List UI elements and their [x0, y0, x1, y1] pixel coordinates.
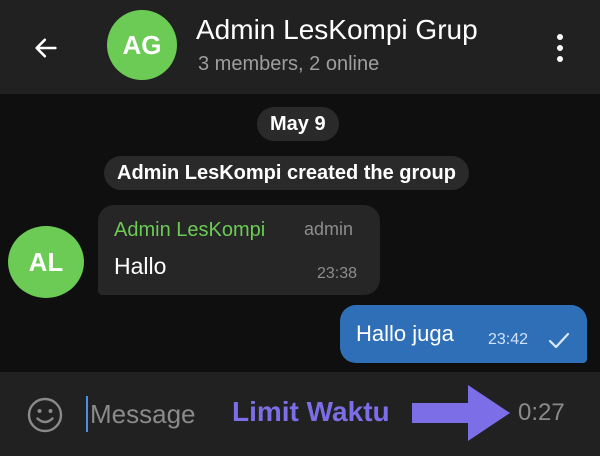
message-list[interactable]: May 9 Admin LesKompi created the group A… [0, 94, 600, 372]
message-time: 23:42 [488, 331, 529, 348]
sender-avatar-initials: AL [28, 246, 64, 277]
group-avatar[interactable]: AG [107, 10, 177, 80]
recording-timer: 0:27 [518, 399, 565, 426]
message-sender[interactable]: Admin LesKompi [114, 219, 265, 242]
outgoing-message[interactable]: Hallo juga 23:42 [340, 305, 587, 363]
back-button[interactable] [26, 28, 66, 68]
message-input[interactable] [90, 394, 230, 434]
sender-avatar[interactable]: AL [8, 226, 84, 298]
group-avatar-initials: AG [122, 29, 162, 60]
chat-subtitle: 3 members, 2 online [198, 53, 380, 75]
sender-role-badge: admin [304, 219, 354, 239]
message-time: 23:38 [317, 265, 358, 282]
text-cursor [86, 396, 88, 432]
more-menu-button[interactable] [548, 28, 572, 68]
annotation-label: Limit Waktu [232, 396, 390, 427]
service-message: Admin LesKompi created the group [104, 156, 469, 190]
message-text: Hallo juga [356, 321, 454, 346]
chat-header: AG Admin LesKompi Grup 3 members, 2 onli… [0, 0, 600, 94]
arrow-right-icon [412, 385, 510, 441]
date-separator: May 9 [257, 107, 339, 141]
incoming-message[interactable]: Admin LesKompi admin Hallo 23:38 [98, 205, 380, 295]
smile-icon[interactable] [26, 396, 64, 434]
arrow-left-icon [35, 38, 57, 58]
check-icon [548, 332, 570, 349]
more-vertical-icon [557, 34, 563, 40]
message-text: Hallo [114, 253, 167, 279]
chat-title[interactable]: Admin LesKompi Grup [196, 14, 478, 46]
